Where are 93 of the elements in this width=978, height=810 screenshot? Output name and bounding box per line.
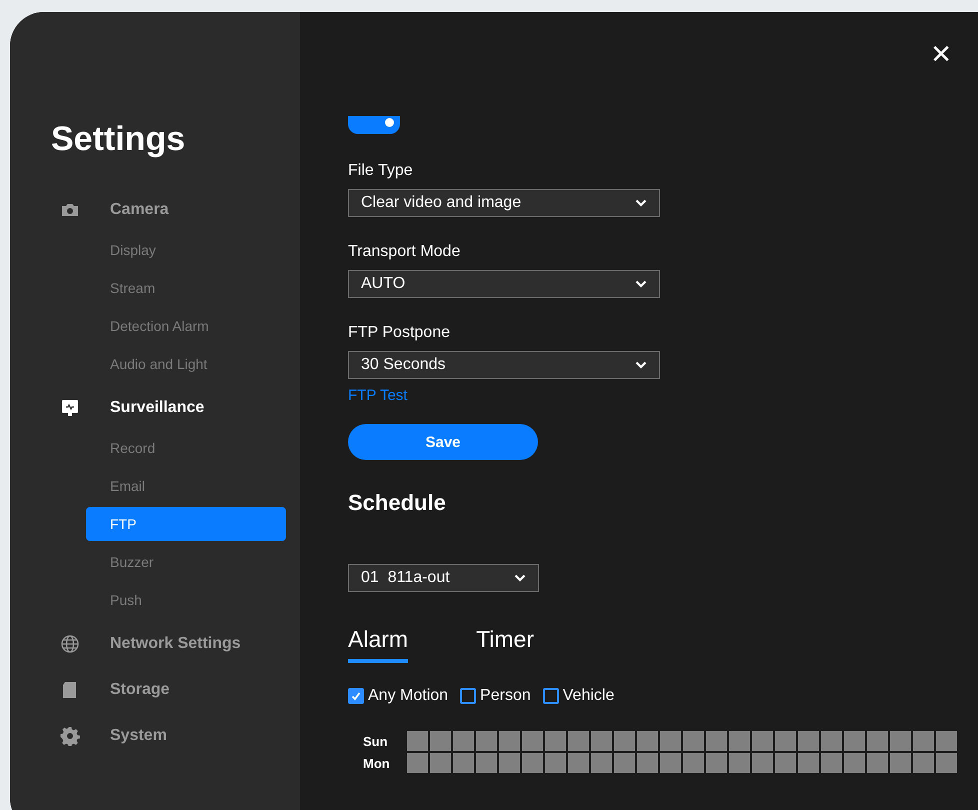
- field-label: File Type: [348, 162, 413, 180]
- time-slot[interactable]: [936, 753, 957, 773]
- checkbox[interactable]: [542, 688, 559, 704]
- monitor-icon: [60, 398, 80, 418]
- time-slot[interactable]: [407, 753, 428, 773]
- time-slot[interactable]: [453, 731, 474, 751]
- sidebar-group[interactable]: Storage: [10, 667, 170, 713]
- checkmark-icon: [350, 690, 362, 702]
- sidebar-item[interactable]: Buzzer: [86, 545, 286, 579]
- checkbox-label: Any Motion: [368, 687, 448, 705]
- section-title: Schedule: [348, 490, 446, 516]
- time-slot[interactable]: [752, 753, 773, 773]
- sidebar-item[interactable]: Display: [86, 233, 286, 267]
- field-label: Transport Mode: [348, 243, 460, 261]
- chevron-down-icon: [635, 199, 647, 207]
- time-slot[interactable]: [545, 753, 566, 773]
- time-slot[interactable]: [545, 731, 566, 751]
- sidebar-group[interactable]: Camera: [10, 187, 169, 233]
- time-slot[interactable]: [821, 731, 842, 751]
- time-slot[interactable]: [913, 753, 934, 773]
- checkbox-label: Person: [480, 687, 531, 705]
- time-slot[interactable]: [890, 753, 911, 773]
- time-slot[interactable]: [867, 731, 888, 751]
- chevron-down-icon: [514, 574, 526, 582]
- time-slot[interactable]: [522, 753, 543, 773]
- time-slot[interactable]: [867, 753, 888, 773]
- close-button[interactable]: ✕: [926, 38, 956, 72]
- time-slot[interactable]: [660, 731, 681, 751]
- time-slot[interactable]: [476, 731, 497, 751]
- time-slot[interactable]: [522, 731, 543, 751]
- sidebar-group[interactable]: Network Settings: [10, 621, 241, 667]
- time-slot[interactable]: [499, 753, 520, 773]
- time-slot[interactable]: [637, 731, 658, 751]
- time-slot[interactable]: [430, 753, 451, 773]
- day-label: Mon: [362, 756, 391, 770]
- time-slot[interactable]: [775, 731, 796, 751]
- time-slot[interactable]: [476, 753, 497, 773]
- settings-icon: [60, 726, 80, 746]
- tab[interactable]: Timer: [476, 626, 534, 663]
- time-slot[interactable]: [499, 731, 520, 751]
- dropdown[interactable]: Clear video and image: [348, 189, 660, 217]
- time-slot[interactable]: [591, 731, 612, 751]
- time-slot[interactable]: [936, 731, 957, 751]
- time-slot[interactable]: [637, 753, 658, 773]
- time-slot[interactable]: [660, 753, 681, 773]
- chevron-down-icon: [635, 280, 647, 288]
- toggle-switch[interactable]: [348, 116, 400, 134]
- time-slot[interactable]: [683, 731, 704, 751]
- sidebar-item[interactable]: Detection Alarm: [86, 309, 286, 343]
- sidebar-item[interactable]: FTP: [86, 507, 286, 541]
- time-slot[interactable]: [591, 753, 612, 773]
- sidebar-item[interactable]: Audio and Light: [86, 347, 286, 381]
- sidebar-item[interactable]: Stream: [86, 271, 286, 305]
- time-slot[interactable]: [844, 753, 865, 773]
- time-slot[interactable]: [844, 731, 865, 751]
- window-title: Settings: [51, 120, 186, 159]
- time-slot[interactable]: [913, 731, 934, 751]
- globe-icon: [60, 634, 80, 654]
- channel-dropdown[interactable]: 01 811a-out: [348, 564, 539, 592]
- time-slot[interactable]: [683, 753, 704, 773]
- time-slot[interactable]: [775, 753, 796, 773]
- time-slot[interactable]: [430, 731, 451, 751]
- time-slot[interactable]: [706, 753, 727, 773]
- tab[interactable]: Alarm: [348, 626, 408, 663]
- time-slot[interactable]: [614, 753, 635, 773]
- sidebar-item[interactable]: Record: [86, 431, 286, 465]
- time-slot[interactable]: [407, 731, 428, 751]
- time-slot[interactable]: [453, 753, 474, 773]
- time-slot[interactable]: [752, 731, 773, 751]
- day-label: Sun: [362, 734, 389, 748]
- sidebar-group[interactable]: Surveillance: [10, 385, 204, 431]
- dropdown[interactable]: 30 Seconds: [348, 351, 660, 379]
- checkbox-label: Vehicle: [562, 687, 614, 705]
- dropdown[interactable]: AUTO: [348, 270, 660, 298]
- time-slot[interactable]: [798, 753, 819, 773]
- chevron-down-icon: [635, 361, 647, 369]
- save-button[interactable]: Save: [348, 424, 538, 460]
- checkbox[interactable]: [348, 688, 364, 704]
- time-slot[interactable]: [568, 731, 589, 751]
- time-slot[interactable]: [890, 731, 911, 751]
- checkbox[interactable]: [460, 688, 476, 704]
- time-slot[interactable]: [614, 731, 635, 751]
- sidebar-group[interactable]: System: [10, 713, 167, 759]
- test-link[interactable]: FTP Test: [348, 387, 408, 404]
- sidebar-item[interactable]: Email: [86, 469, 286, 503]
- sidebar-item[interactable]: Push: [86, 583, 286, 617]
- time-slot[interactable]: [821, 753, 842, 773]
- field-label: FTP Postpone: [348, 324, 450, 342]
- time-slot[interactable]: [729, 753, 750, 773]
- time-slot[interactable]: [706, 731, 727, 751]
- time-slot[interactable]: [568, 753, 589, 773]
- time-slot[interactable]: [798, 731, 819, 751]
- time-slot[interactable]: [729, 731, 750, 751]
